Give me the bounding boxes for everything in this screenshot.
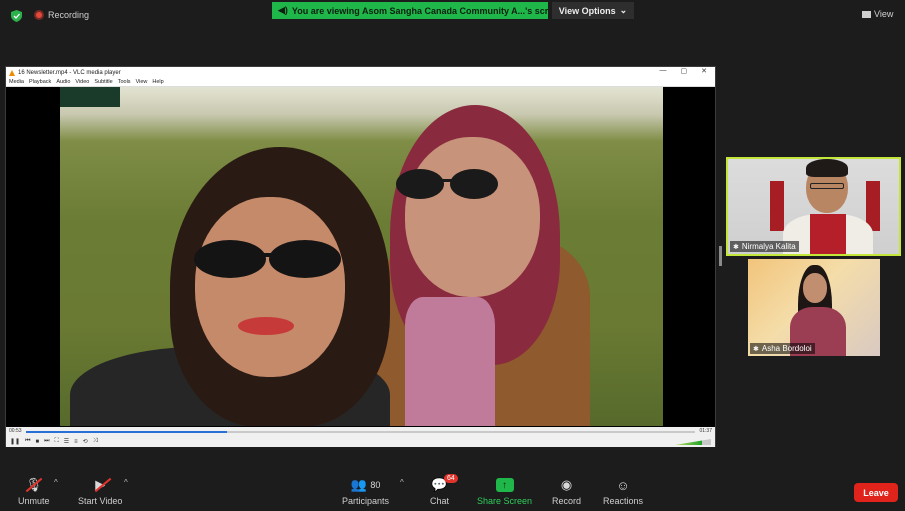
unmute-button[interactable]: 🎙 Unmute bbox=[18, 476, 50, 506]
recording-icon bbox=[34, 10, 44, 20]
minimize-icon[interactable]: — bbox=[660, 67, 667, 75]
menu-item-tools[interactable]: Tools bbox=[118, 79, 131, 85]
zoom-meeting-window: Recording ◀) You are viewing Asom Sangha… bbox=[0, 0, 905, 511]
pause-icon[interactable]: ❚❚ bbox=[10, 438, 20, 445]
vlc-controls: ❚❚ ⏮ ■ ⏭ ⛶ ☰ ≡ ⟲ ⤨ bbox=[6, 436, 715, 447]
chevron-down-icon: ⌄ bbox=[619, 5, 628, 15]
maximize-icon[interactable]: ▢ bbox=[681, 67, 688, 75]
next-icon[interactable]: ⏭ bbox=[44, 438, 49, 445]
recording-label: Recording bbox=[48, 10, 90, 20]
video-off-icon: ▶ bbox=[95, 477, 106, 492]
right-woman-face bbox=[405, 137, 540, 297]
reactions-label: Reactions bbox=[603, 496, 644, 506]
time-elapsed: 00:53 bbox=[9, 428, 22, 434]
view-button[interactable]: View bbox=[862, 9, 893, 19]
sunglasses-icon bbox=[194, 240, 341, 278]
video-options-caret[interactable]: ^ bbox=[124, 478, 128, 487]
reactions-button[interactable]: ☺ Reactions bbox=[603, 476, 644, 507]
stop-icon[interactable]: ■ bbox=[35, 439, 39, 445]
glasses-icon bbox=[810, 183, 844, 189]
participants-label: Participants bbox=[342, 496, 390, 506]
menu-item-video[interactable]: Video bbox=[75, 79, 89, 85]
close-icon[interactable]: ✕ bbox=[701, 67, 707, 75]
record-label: Record bbox=[552, 496, 582, 506]
participants-button[interactable]: 👥 80 Participants bbox=[342, 476, 389, 506]
screen-share-banner: ◀) You are viewing Asom Sangha Canada Co… bbox=[272, 2, 548, 19]
vlc-title-bar: 16 Newsletter.mp4 - VLC media player — ▢… bbox=[6, 67, 715, 78]
sunglasses-icon bbox=[396, 169, 498, 199]
vlc-title: 16 Newsletter.mp4 - VLC media player bbox=[18, 69, 121, 76]
split-view-handle[interactable] bbox=[719, 246, 722, 266]
participant-tile[interactable]: ✱ Nirmalya Kalita bbox=[726, 157, 901, 256]
meeting-toolbar: 🎙 Unmute ^ ▶ Start Video ^ 👥 80 Particip… bbox=[0, 466, 905, 511]
menu-item-subtitle[interactable]: Subtitle bbox=[94, 79, 112, 85]
muted-microphone-icon: 🎙 bbox=[25, 477, 43, 492]
video-background-structure bbox=[60, 87, 120, 107]
participants-options-caret[interactable]: ^ bbox=[400, 478, 404, 487]
record-icon: ◉ bbox=[560, 477, 573, 492]
shared-screen-vlc-window: 16 Newsletter.mp4 - VLC media player — ▢… bbox=[5, 66, 716, 447]
menu-item-audio[interactable]: Audio bbox=[56, 79, 70, 85]
leave-button[interactable]: Leave bbox=[854, 483, 898, 502]
participants-icon: 👥 80 bbox=[350, 477, 381, 492]
playlist-icon[interactable]: ≡ bbox=[74, 439, 78, 445]
menu-item-playback[interactable]: Playback bbox=[29, 79, 51, 85]
menu-item-media[interactable]: Media bbox=[9, 79, 24, 85]
muted-mic-icon: ✱ bbox=[753, 345, 759, 353]
gallery-view-icon bbox=[862, 10, 871, 18]
participant-hair bbox=[806, 159, 848, 177]
view-label: View bbox=[874, 9, 894, 19]
start-video-button[interactable]: ▶ Start Video bbox=[78, 476, 122, 506]
previous-icon[interactable]: ⏮ bbox=[25, 438, 30, 445]
share-screen-label: Share Screen bbox=[477, 496, 533, 506]
record-button[interactable]: ◉ Record bbox=[552, 476, 581, 506]
time-total: 01:37 bbox=[699, 428, 712, 434]
muted-mic-icon: ✱ bbox=[733, 243, 739, 251]
extended-settings-icon[interactable]: ☰ bbox=[64, 438, 69, 445]
view-options-label: View Options bbox=[558, 5, 616, 16]
left-woman-lips bbox=[238, 317, 294, 335]
right-woman-top bbox=[405, 297, 495, 426]
participant-name-tag: ✱ Asha Bordoloi bbox=[750, 343, 815, 354]
background-decoration bbox=[770, 181, 784, 231]
share-screen-icon: ↑ bbox=[495, 478, 514, 492]
encryption-shield-icon[interactable] bbox=[11, 10, 22, 22]
participant-name-tag: ✱ Nirmalya Kalita bbox=[730, 241, 799, 252]
vlc-menu-bar: Media Playback Audio Video Subtitle Tool… bbox=[6, 78, 715, 87]
chat-unread-badge: 64 bbox=[444, 474, 458, 483]
loop-icon[interactable]: ⟲ bbox=[83, 438, 88, 445]
audio-options-caret[interactable]: ^ bbox=[54, 478, 58, 487]
speaker-icon: ◀) bbox=[278, 5, 288, 15]
vlc-seek-bar[interactable]: 00:53 01:37 bbox=[6, 427, 715, 436]
screen-share-banner-text: You are viewing Asom Sangha Canada Commu… bbox=[291, 5, 548, 16]
menu-item-help[interactable]: Help bbox=[152, 79, 163, 85]
chat-label: Chat bbox=[430, 496, 450, 506]
reactions-smiley-icon: ☺ bbox=[616, 477, 630, 493]
participant-name: Asha Bordoloi bbox=[761, 344, 812, 353]
participant-name: Nirmalya Kalita bbox=[741, 242, 796, 251]
unmute-label: Unmute bbox=[18, 496, 50, 506]
participant-tile[interactable]: ✱ Asha Bordoloi bbox=[748, 259, 880, 356]
view-options-button[interactable]: View Options ⌄ bbox=[552, 2, 634, 19]
participant-face bbox=[803, 273, 827, 303]
seek-progress bbox=[26, 431, 227, 433]
left-woman-face bbox=[195, 197, 345, 377]
start-video-label: Start Video bbox=[78, 496, 123, 506]
participants-count: 80 bbox=[370, 480, 381, 490]
participant-scarf bbox=[810, 214, 846, 254]
menu-item-view[interactable]: View bbox=[136, 79, 148, 85]
share-screen-button[interactable]: ↑ Share Screen bbox=[477, 476, 532, 506]
shuffle-icon[interactable]: ⤨ bbox=[93, 438, 98, 445]
seek-track[interactable] bbox=[26, 431, 695, 433]
fullscreen-icon[interactable]: ⛶ bbox=[55, 438, 59, 445]
vlc-cone-icon bbox=[9, 69, 15, 76]
video-frame bbox=[60, 87, 663, 426]
